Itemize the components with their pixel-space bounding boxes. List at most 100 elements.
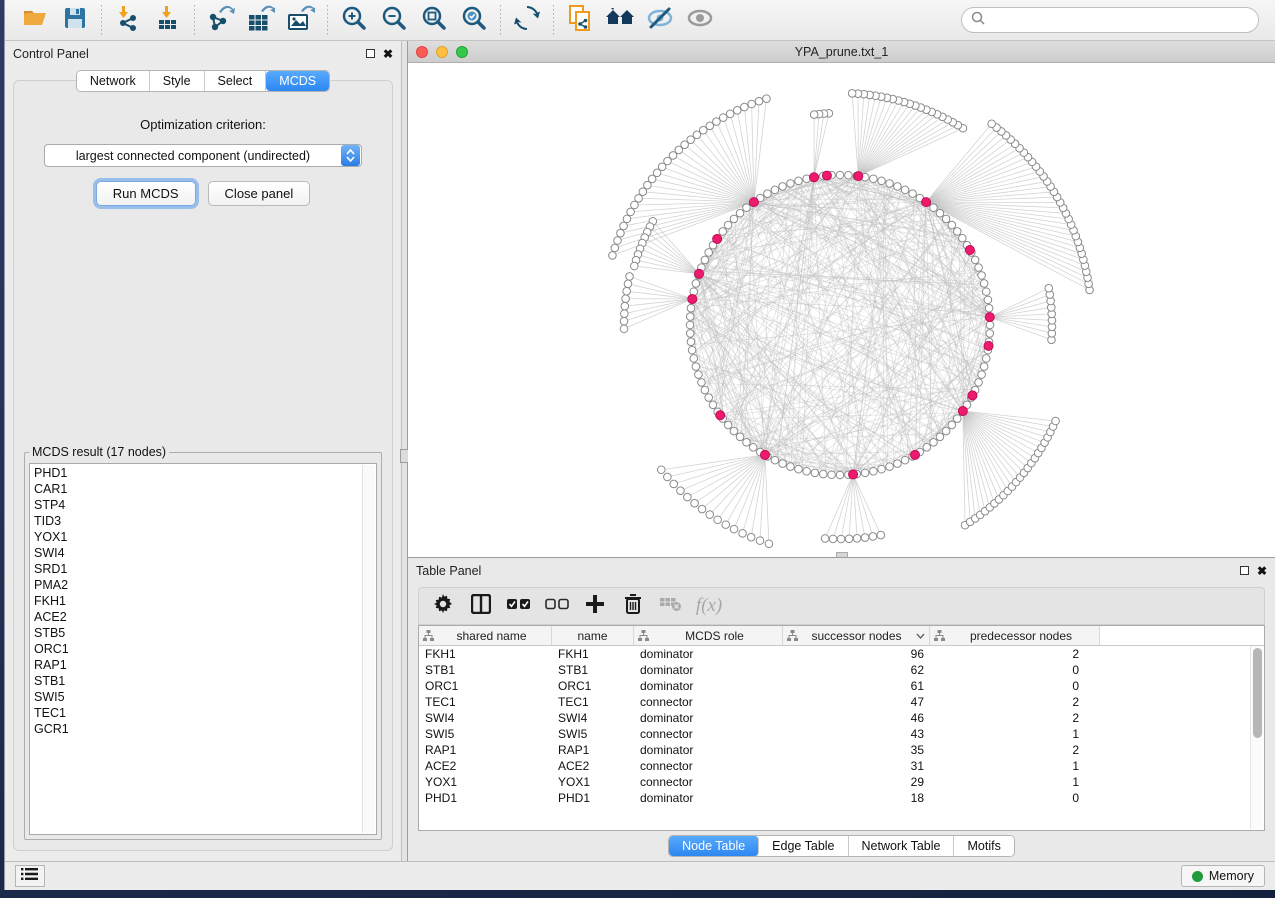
tab-motifs[interactable]: Motifs: [954, 836, 1013, 856]
table-options-button[interactable]: [429, 592, 457, 620]
table-scrollbar-thumb[interactable]: [1253, 648, 1262, 738]
table-cell: TEC1: [419, 694, 552, 710]
show-all-button[interactable]: [680, 3, 720, 37]
export-image-button[interactable]: [281, 3, 321, 37]
refresh-button[interactable]: [507, 3, 547, 37]
result-list-scrollbar[interactable]: [362, 465, 375, 833]
float-panel-icon[interactable]: [366, 49, 375, 58]
table-panel: Table Panel ✖ f(x) s: [408, 558, 1275, 861]
tab-select[interactable]: Select: [205, 71, 267, 91]
run-mcds-button[interactable]: Run MCDS: [96, 181, 196, 206]
column-header-shared-name[interactable]: shared name: [419, 626, 552, 645]
deselect-all-button[interactable]: [543, 592, 571, 620]
import-network-button[interactable]: [108, 3, 148, 37]
column-header-successor-nodes[interactable]: successor nodes: [783, 626, 930, 645]
table-toolbar: f(x): [418, 587, 1265, 625]
result-list-item[interactable]: YOX1: [34, 529, 362, 545]
search-input[interactable]: [991, 13, 1249, 27]
table-row[interactable]: ACE2ACE2connector311: [419, 758, 1249, 774]
criterion-dropdown[interactable]: largest connected component (undirected): [44, 144, 362, 167]
table-cell-filler: [1085, 742, 1249, 758]
import-table-button[interactable]: [148, 3, 188, 37]
result-list-item[interactable]: ORC1: [34, 641, 362, 657]
column-header-MCDS-role[interactable]: MCDS role: [634, 626, 783, 645]
table-cell-filler: [1085, 790, 1249, 806]
result-list-item[interactable]: RAP1: [34, 657, 362, 673]
close-panel-button[interactable]: Close panel: [208, 181, 311, 206]
table-cell: 0: [930, 662, 1085, 678]
table-cell: PHD1: [552, 790, 634, 806]
result-list-item[interactable]: PHD1: [34, 465, 362, 481]
duplicate-network-button[interactable]: [560, 3, 600, 37]
tab-style[interactable]: Style: [150, 71, 205, 91]
export-network-icon: [207, 5, 235, 36]
save-session-button[interactable]: [55, 3, 95, 37]
select-all-button[interactable]: [505, 592, 533, 620]
network-canvas[interactable]: [408, 63, 1275, 557]
network-titlebar[interactable]: YPA_prune.txt_1: [408, 41, 1275, 63]
table-row[interactable]: RAP1RAP1dominator352: [419, 742, 1249, 758]
result-list-item[interactable]: TEC1: [34, 705, 362, 721]
function-builder-button[interactable]: f(x): [695, 592, 723, 620]
table-row[interactable]: YOX1YOX1connector291: [419, 774, 1249, 790]
result-list-item[interactable]: STP4: [34, 497, 362, 513]
result-list-item[interactable]: SWI5: [34, 689, 362, 705]
column-header-predecessor-nodes[interactable]: predecessor nodes: [930, 626, 1100, 645]
result-list-item[interactable]: FKH1: [34, 593, 362, 609]
result-list-item[interactable]: CAR1: [34, 481, 362, 497]
open-session-button[interactable]: [15, 3, 55, 37]
tab-node-table[interactable]: Node Table: [669, 836, 759, 856]
result-list-item[interactable]: TID3: [34, 513, 362, 529]
zoom-selected-button[interactable]: [454, 3, 494, 37]
table-row[interactable]: TEC1TEC1connector472: [419, 694, 1249, 710]
horizontal-splitter-handle[interactable]: [836, 552, 848, 557]
table-row[interactable]: PHD1PHD1dominator180: [419, 790, 1249, 806]
show-columns-button[interactable]: [467, 592, 495, 620]
add-column-button[interactable]: [581, 592, 609, 620]
table-row[interactable]: SWI4SWI4dominator462: [419, 710, 1249, 726]
result-list-item[interactable]: PMA2: [34, 577, 362, 593]
result-list-item[interactable]: GCR1: [34, 721, 362, 737]
plus-icon: [586, 595, 604, 618]
tab-network[interactable]: Network: [77, 71, 150, 91]
tab-mcds[interactable]: MCDS: [266, 71, 329, 91]
table-cell: dominator: [634, 742, 783, 758]
float-table-panel-icon[interactable]: [1240, 566, 1249, 575]
table-row[interactable]: ORC1ORC1dominator610: [419, 678, 1249, 694]
table-row[interactable]: FKH1FKH1dominator962: [419, 646, 1249, 662]
table-panel-title: Table Panel: [416, 564, 1240, 578]
table-cell: FKH1: [552, 646, 634, 662]
result-list-item[interactable]: STB1: [34, 673, 362, 689]
tab-edge-table[interactable]: Edge Table: [759, 836, 848, 856]
table-row[interactable]: STB1STB1dominator620: [419, 662, 1249, 678]
export-network-button[interactable]: [201, 3, 241, 37]
result-list-item[interactable]: STB5: [34, 625, 362, 641]
close-table-panel-icon[interactable]: ✖: [1257, 565, 1267, 577]
table-row[interactable]: SWI5SWI5connector431: [419, 726, 1249, 742]
vertical-splitter[interactable]: [401, 41, 408, 861]
task-history-button[interactable]: [15, 865, 45, 887]
column-header-name[interactable]: name: [552, 626, 634, 645]
tab-network-table[interactable]: Network Table: [849, 836, 955, 856]
table-cell: ACE2: [552, 758, 634, 774]
hide-selected-button[interactable]: [640, 3, 680, 37]
delete-column-button[interactable]: [619, 592, 647, 620]
table-cell: dominator: [634, 662, 783, 678]
table-scrollbar[interactable]: [1250, 646, 1263, 829]
zoom-fit-button[interactable]: [414, 3, 454, 37]
table-cell-filler: [1085, 710, 1249, 726]
memory-status-icon: [1192, 871, 1203, 882]
home-button[interactable]: [600, 3, 640, 37]
network-graph[interactable]: [408, 63, 1275, 557]
result-list-item[interactable]: SRD1: [34, 561, 362, 577]
eye-icon: [686, 6, 714, 35]
memory-button[interactable]: Memory: [1181, 865, 1265, 887]
delete-table-button[interactable]: [657, 592, 685, 620]
zoom-in-button[interactable]: [334, 3, 374, 37]
zoom-out-button[interactable]: [374, 3, 414, 37]
result-list-item[interactable]: ACE2: [34, 609, 362, 625]
export-table-button[interactable]: [241, 3, 281, 37]
table-cell: dominator: [634, 678, 783, 694]
close-panel-icon[interactable]: ✖: [383, 48, 393, 60]
result-list-item[interactable]: SWI4: [34, 545, 362, 561]
